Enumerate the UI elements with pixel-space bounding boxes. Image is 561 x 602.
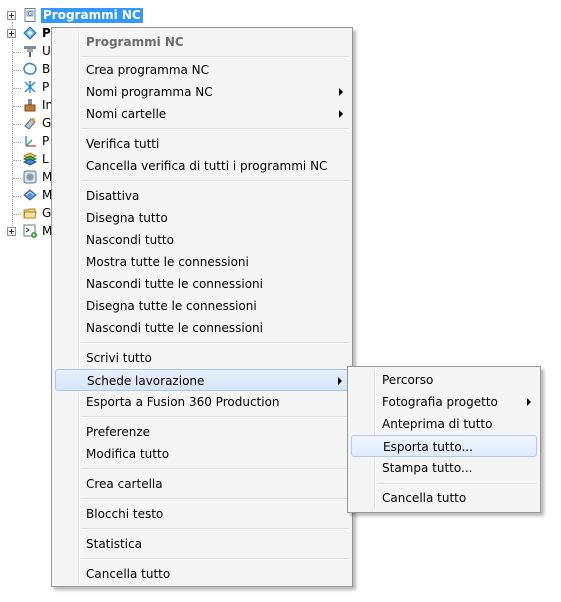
tree-item-label: L — [42, 152, 49, 166]
menu-item-label: Anteprima di tutto — [382, 417, 493, 431]
menu-header: Programmi NC — [55, 31, 349, 53]
tree-connector-line — [12, 22, 13, 232]
menu-separator — [81, 56, 349, 58]
stock-icon — [23, 98, 37, 112]
menu-separator — [81, 528, 349, 530]
menu-item-label: Preferenze — [86, 425, 151, 439]
menu-item-label: Crea programma NC — [86, 63, 210, 77]
menu-item-label: Nomi cartelle — [86, 107, 167, 121]
menu-item-label: Blocchi testo — [86, 507, 164, 521]
groups-icon — [23, 206, 37, 220]
menu-item-cancella-tutto[interactable]: Cancella tutto — [55, 563, 349, 585]
menu-item-label: Modifica tutto — [86, 447, 170, 461]
menu-item-label: Cancella tutto — [86, 567, 171, 581]
toolpaths-icon — [23, 26, 37, 40]
menu-item-esporta-fusion[interactable]: Esporta a Fusion 360 Production — [55, 391, 349, 413]
menu-item-label: Nascondi tutto — [86, 233, 174, 247]
nc-programs-icon: G — [23, 8, 37, 22]
submenu-arrow-icon — [339, 88, 343, 96]
tree-item-label: Programmi NC — [41, 8, 143, 23]
menu-item-modifica-tutto[interactable]: Modifica tutto — [55, 443, 349, 465]
menu-item-label: Verifica tutti — [86, 137, 160, 151]
tools-icon — [23, 44, 37, 58]
tree-item-label: P — [42, 134, 50, 148]
menu-item-label: Cancella verifica di tutti i programmi N… — [86, 159, 328, 173]
menu-item-label: Fotografia progetto — [382, 395, 498, 409]
tree-item-label: P — [42, 80, 50, 94]
tree-item-label: G — [42, 206, 52, 220]
menu-item-label: Crea cartella — [86, 477, 163, 491]
menu-item-disegna-tutto[interactable]: Disegna tutto — [55, 207, 349, 229]
expand-icon[interactable] — [7, 11, 16, 20]
menu-item-nascondi-connessioni-2[interactable]: Nascondi tutte le connessioni — [55, 317, 349, 339]
menu-separator — [377, 483, 537, 485]
submenu-item-stampa-tutto[interactable]: Stampa tutto... — [351, 457, 537, 479]
tool-holder-icon — [23, 116, 37, 130]
menu-item-disattiva[interactable]: Disattiva — [55, 185, 349, 207]
menu-header-label: Programmi NC — [86, 35, 184, 49]
menu-separator — [81, 342, 349, 344]
submenu-item-esporta-tutto[interactable]: Esporta tutto... — [351, 435, 537, 457]
menu-separator — [81, 558, 349, 560]
menu-item-cancella-verifica[interactable]: Cancella verifica di tutti i programmi N… — [55, 155, 349, 177]
menu-item-label: Nascondi tutte le connessioni — [86, 277, 263, 291]
menu-item-mostra-connessioni[interactable]: Mostra tutte le connessioni — [55, 251, 349, 273]
menu-item-statistica[interactable]: Statistica — [55, 533, 349, 555]
menu-separator — [81, 498, 349, 500]
menu-item-nomi-programma-nc[interactable]: Nomi programma NC — [55, 81, 349, 103]
submenu-item-fotografia-progetto[interactable]: Fotografia progetto — [351, 391, 537, 413]
submenu-item-cancella-tutto[interactable]: Cancella tutto — [351, 487, 537, 509]
menu-item-label: Esporta tutto... — [383, 440, 473, 454]
submenu-arrow-icon — [339, 110, 343, 118]
menu-item-nomi-cartelle[interactable]: Nomi cartelle — [55, 103, 349, 125]
menu-item-label: Esporta a Fusion 360 Production — [86, 395, 280, 409]
context-menu: Programmi NC Crea programma NC Nomi prog… — [51, 27, 353, 587]
svg-text:G: G — [28, 11, 32, 17]
workplanes-icon — [23, 134, 37, 148]
expand-icon[interactable] — [7, 227, 16, 236]
menu-item-label: Percorso — [382, 373, 434, 387]
tree-item-label: G — [42, 116, 52, 130]
menu-item-label: Stampa tutto... — [382, 461, 473, 475]
menu-item-nascondi-connessioni[interactable]: Nascondi tutte le connessioni — [55, 273, 349, 295]
submenu-item-anteprima[interactable]: Anteprima di tutto — [351, 413, 537, 435]
tree-item-label: B — [42, 62, 51, 76]
menu-item-nascondi-tutto[interactable]: Nascondi tutto — [55, 229, 349, 251]
menu-item-blocchi-testo[interactable]: Blocchi testo — [55, 503, 349, 525]
menu-item-label: Disegna tutte le connessioni — [86, 299, 257, 313]
menu-item-verifica-tutti[interactable]: Verifica tutti — [55, 133, 349, 155]
submenu-schede-lavorazione: Percorso Fotografia progetto Anteprima d… — [347, 366, 541, 513]
menu-item-label: Nascondi tutte le connessioni — [86, 321, 263, 335]
menu-item-schede-lavorazione[interactable]: Schede lavorazione — [55, 369, 349, 391]
submenu-arrow-icon — [338, 377, 342, 385]
menu-item-scrivi-tutto[interactable]: Scrivi tutto — [55, 347, 349, 369]
macros-icon — [23, 224, 37, 238]
menu-item-crea-programma-nc[interactable]: Crea programma NC — [55, 59, 349, 81]
menu-item-disegna-connessioni[interactable]: Disegna tutte le connessioni — [55, 295, 349, 317]
submenu-item-percorso[interactable]: Percorso — [351, 369, 537, 391]
menu-item-label: Cancella tutto — [382, 491, 467, 505]
machines-icon — [23, 188, 37, 202]
patterns-icon — [23, 80, 37, 94]
expand-icon[interactable] — [7, 29, 16, 38]
menu-item-label: Mostra tutte le connessioni — [86, 255, 249, 269]
tree-item-label: U — [42, 44, 51, 58]
menu-separator — [81, 416, 349, 418]
menu-separator — [81, 468, 349, 470]
menu-separator — [81, 180, 349, 182]
models-icon — [23, 170, 37, 184]
menu-item-label: Disegna tutto — [86, 211, 168, 225]
menu-item-label: Scrivi tutto — [86, 351, 152, 365]
boundaries-icon — [23, 62, 37, 76]
menu-separator — [81, 128, 349, 130]
menu-item-label: Schede lavorazione — [87, 374, 205, 388]
levels-icon — [23, 152, 37, 166]
menu-item-crea-cartella[interactable]: Crea cartella — [55, 473, 349, 495]
tree-item-label: P — [42, 26, 51, 40]
submenu-arrow-icon — [527, 398, 531, 406]
menu-item-label: Statistica — [86, 537, 142, 551]
menu-item-preferenze[interactable]: Preferenze — [55, 421, 349, 443]
menu-item-label: Nomi programma NC — [86, 85, 213, 99]
menu-item-label: Disattiva — [86, 189, 140, 203]
